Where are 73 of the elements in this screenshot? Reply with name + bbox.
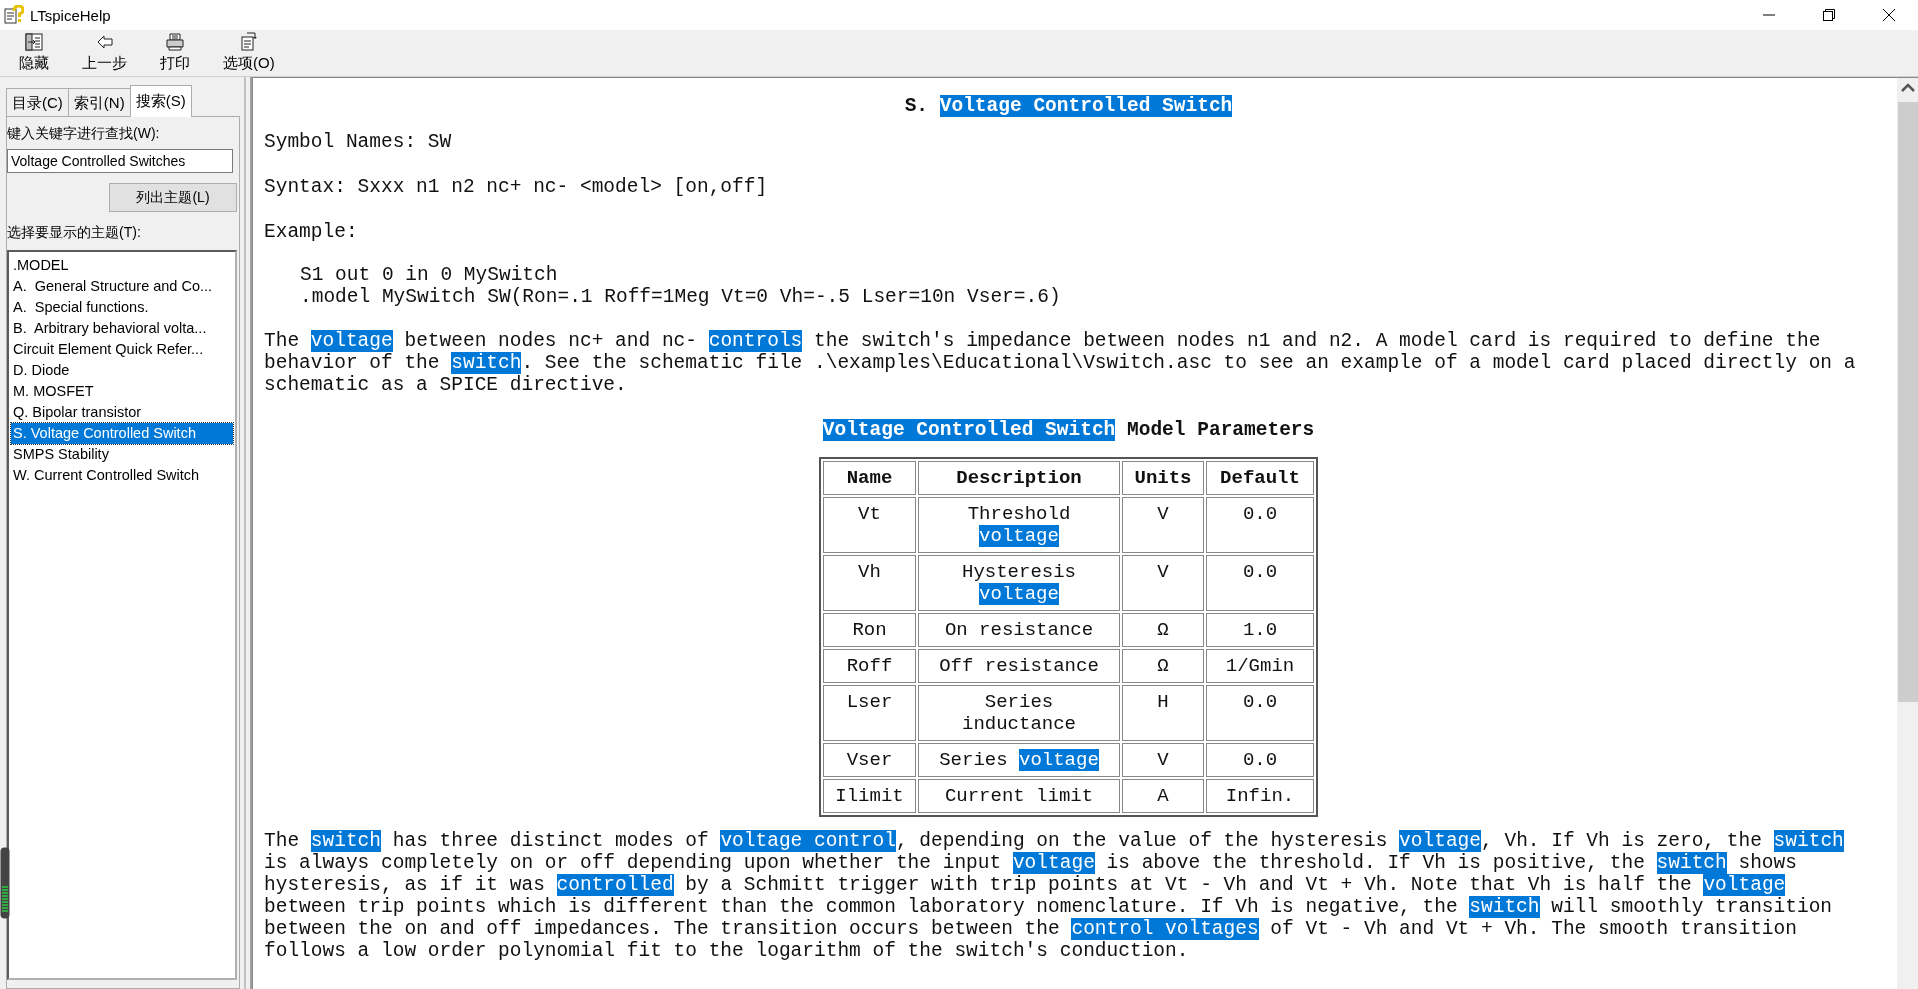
table-cell: Ω — [1122, 649, 1204, 683]
topic-item[interactable]: .MODEL — [11, 255, 233, 276]
tab[interactable]: 搜索(S) — [129, 85, 192, 117]
topic-item[interactable]: S. Voltage Controlled Switch — [11, 423, 233, 444]
toolbar-button[interactable]: 选项(O) — [215, 30, 283, 75]
table-cell: 0.0 — [1206, 743, 1314, 777]
table-cell: Roff — [823, 649, 916, 683]
printer-icon — [165, 32, 185, 52]
table-cell: Vt — [823, 497, 916, 553]
table-cell: Series inductance — [918, 685, 1120, 741]
restore-icon[interactable] — [1822, 8, 1836, 22]
scrollbar[interactable] — [1897, 78, 1918, 989]
table-cell: Threshold voltage — [918, 497, 1120, 553]
table-cell: On resistance — [918, 613, 1120, 647]
topic-item[interactable]: Circuit Element Quick Refer... — [11, 339, 233, 360]
topic-item[interactable]: W. Current Controlled Switch — [11, 465, 233, 486]
table-cell: A — [1122, 779, 1204, 813]
window-title: LTspiceHelp — [30, 6, 111, 24]
table-cell: Off resistance — [918, 649, 1120, 683]
topic-item[interactable]: D. Diode — [11, 360, 233, 381]
table-cell: 0.0 — [1206, 555, 1314, 611]
table-cell: 1/Gmin — [1206, 649, 1314, 683]
search-field[interactable]: Voltage Controlled Switches — [7, 149, 233, 173]
close-icon[interactable] — [1882, 8, 1896, 22]
column-header: Description — [918, 461, 1120, 495]
table-cell: Ron — [823, 613, 916, 647]
code-line: S1 out 0 in 0 MySwitch — [300, 264, 559, 286]
topic-item[interactable]: B. Arbitrary behavioral volta... — [11, 318, 233, 339]
code-line: .model MySwitch SW(Ron=.1 Roff=1Meg Vt=0 Vh=-.5 Lser=10n Vser=.6) — [300, 286, 1062, 308]
table-cell: 0.0 — [1206, 497, 1314, 553]
table-cell: Infin. — [1206, 779, 1314, 813]
table-cell: Vser — [823, 743, 916, 777]
table-cell: V — [1122, 555, 1204, 611]
table-cell: 0.0 — [1206, 685, 1314, 741]
toolbar-button[interactable]: 上一步 — [74, 30, 135, 75]
table-cell: Current limit — [918, 779, 1120, 813]
panel-icon — [24, 32, 44, 52]
column-header: Default — [1206, 461, 1314, 495]
table-cell: V — [1122, 743, 1204, 777]
table-cell: Ilimit — [823, 779, 916, 813]
tab[interactable]: 目录(C) — [6, 88, 69, 117]
topic-item[interactable]: A. Special functions. — [11, 297, 233, 318]
topic-item[interactable]: Q. Bipolar transistor — [11, 402, 233, 423]
example-label: Example: — [264, 221, 359, 243]
table-cell: Ω — [1122, 613, 1204, 647]
table-caption: Voltage Controlled Switch Model Parameters — [821, 419, 1316, 441]
toolbar-button[interactable]: 打印 — [149, 30, 201, 75]
table-cell: 1.0 — [1206, 613, 1314, 647]
modes-paragraph: The switch has three distinct modes of voltage control, depending on the value of the hysteresis voltage, Vh. If Vh is zero, the switch is always completely on or off depending upon whether the input voltage is above the threshold. If Vh is positive, the switch shows hysteresis, as if it was controlled by a Schmitt trigger with trip points at Vt - Vh and Vt + Vh. Note that Vh is half the voltage between trip points which is different than the common laboratory nomenclature. If Vh is negative, the switch will smoothly transition between the on and off impedances. The transition occurs between the control voltages of Vt - Vh and Vt + Vh. The smooth transition follows a low order polynomial fit to the logarithm of the switch's conduction. — [264, 830, 1845, 962]
table-cell: V — [1122, 497, 1204, 553]
topic-item[interactable]: M. MOSFET — [11, 381, 233, 402]
options-icon — [238, 32, 259, 52]
symbol-names-text: Symbol Names: SW — [264, 131, 453, 153]
topic-item[interactable]: SMPS Stability — [11, 444, 233, 465]
article-heading: S. Voltage Controlled Switch — [903, 95, 1234, 117]
column-header: Units — [1122, 461, 1204, 495]
intro-paragraph: The voltage between nodes nc+ and nc- controls the switch's impedance between nodes n1 and n2. A model card is required to define the behavior of the switch. See the schematic file .\examples\Educational\Vswitch.asc to see an example of a model card placed directly on a schematic as a SPICE directive. — [264, 330, 1857, 396]
table-cell: Series voltage — [918, 743, 1120, 777]
topic-item[interactable]: A. General Structure and Co... — [11, 276, 233, 297]
table-cell: H — [1122, 685, 1204, 741]
list-topics-button[interactable]: 列出主题(L) — [109, 183, 237, 212]
pane-splitter[interactable] — [244, 77, 252, 989]
search-label: 键入关键字进行查找(W): — [7, 125, 161, 143]
level-meter-icon — [0, 847, 10, 919]
table-cell: Hysteresis voltage — [918, 555, 1120, 611]
syntax-text: Syntax: Sxxx n1 n2 nc+ nc- <model> [on,off] — [264, 176, 769, 198]
toolbar-button[interactable]: 隐藏 — [8, 30, 60, 75]
scroll-thumb[interactable] — [1897, 102, 1918, 702]
column-header: Name — [823, 461, 916, 495]
table-cell: Vh — [823, 555, 916, 611]
topics-label: 选择要显示的主题(T): — [7, 224, 142, 242]
table-cell: Lser — [823, 685, 916, 741]
help-app-icon — [4, 5, 24, 25]
